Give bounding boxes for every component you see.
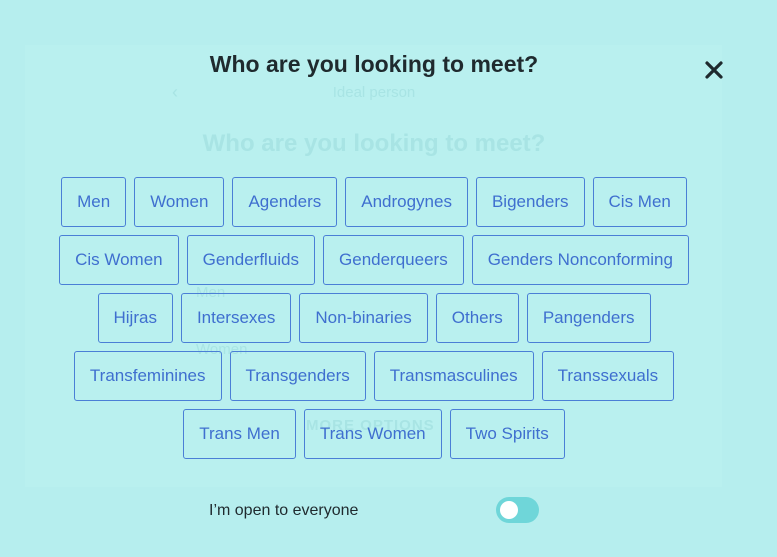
options-row: Hijras Intersexes Non-binaries Others Pangen… [0, 293, 748, 343]
gender-option-hijras[interactable]: Hijras [97, 293, 173, 343]
gender-option-genderfluids[interactable]: Genderfluids [186, 235, 316, 285]
gender-options: Men Women Agenders Androgynes Bigenders Cis M… [0, 177, 748, 467]
options-row: Trans Men Trans Women Two Spirits [0, 409, 748, 459]
gender-option-transmasculines[interactable]: Transmasculines [373, 351, 534, 401]
options-row: Cis Women Genderfluids Genderqueers Genders… [0, 235, 748, 285]
gender-option-bigenders[interactable]: Bigenders [475, 177, 585, 227]
open-to-everyone-label: I’m open to everyone [209, 502, 359, 519]
close-icon [705, 61, 723, 79]
gender-option-others[interactable]: Others [435, 293, 519, 343]
options-row: Men Women Agenders Androgynes Bigenders Cis M… [0, 177, 748, 227]
background-heading: Who are you looking to meet? [202, 130, 546, 157]
gender-option-cis-men[interactable]: Cis Men [592, 177, 687, 227]
gender-option-men[interactable]: Men [61, 177, 127, 227]
gender-option-intersexes[interactable]: Intersexes [180, 293, 292, 343]
gender-option-pangenders[interactable]: Pangenders [526, 293, 651, 343]
gender-option-trans-women[interactable]: Trans Women [303, 409, 442, 459]
close-button[interactable] [702, 58, 726, 82]
gender-option-agenders[interactable]: Agenders [232, 177, 338, 227]
open-to-everyone-toggle[interactable] [496, 497, 539, 523]
gender-option-transsexuals[interactable]: Transsexuals [541, 351, 675, 401]
gender-option-transgenders[interactable]: Transgenders [229, 351, 366, 401]
modal-title: Who are you looking to meet? [209, 51, 539, 77]
gender-option-genderqueers[interactable]: Genderqueers [323, 235, 464, 285]
gender-option-androgynes[interactable]: Androgynes [345, 177, 468, 227]
gender-option-two-spirits[interactable]: Two Spirits [449, 409, 565, 459]
gender-option-cis-women[interactable]: Cis Women [59, 235, 179, 285]
gender-option-transfeminines[interactable]: Transfeminines [73, 351, 222, 401]
gender-option-women[interactable]: Women [134, 177, 225, 227]
options-row: Transfeminines Transgenders Transmasculine… [0, 351, 748, 401]
gender-option-non-binaries[interactable]: Non-binaries [299, 293, 428, 343]
gender-option-trans-men[interactable]: Trans Men [183, 409, 296, 459]
gender-option-genders-nonconforming[interactable]: Genders Nonconforming [471, 235, 689, 285]
toggle-knob [500, 501, 518, 519]
background-title: Ideal person [332, 84, 416, 101]
